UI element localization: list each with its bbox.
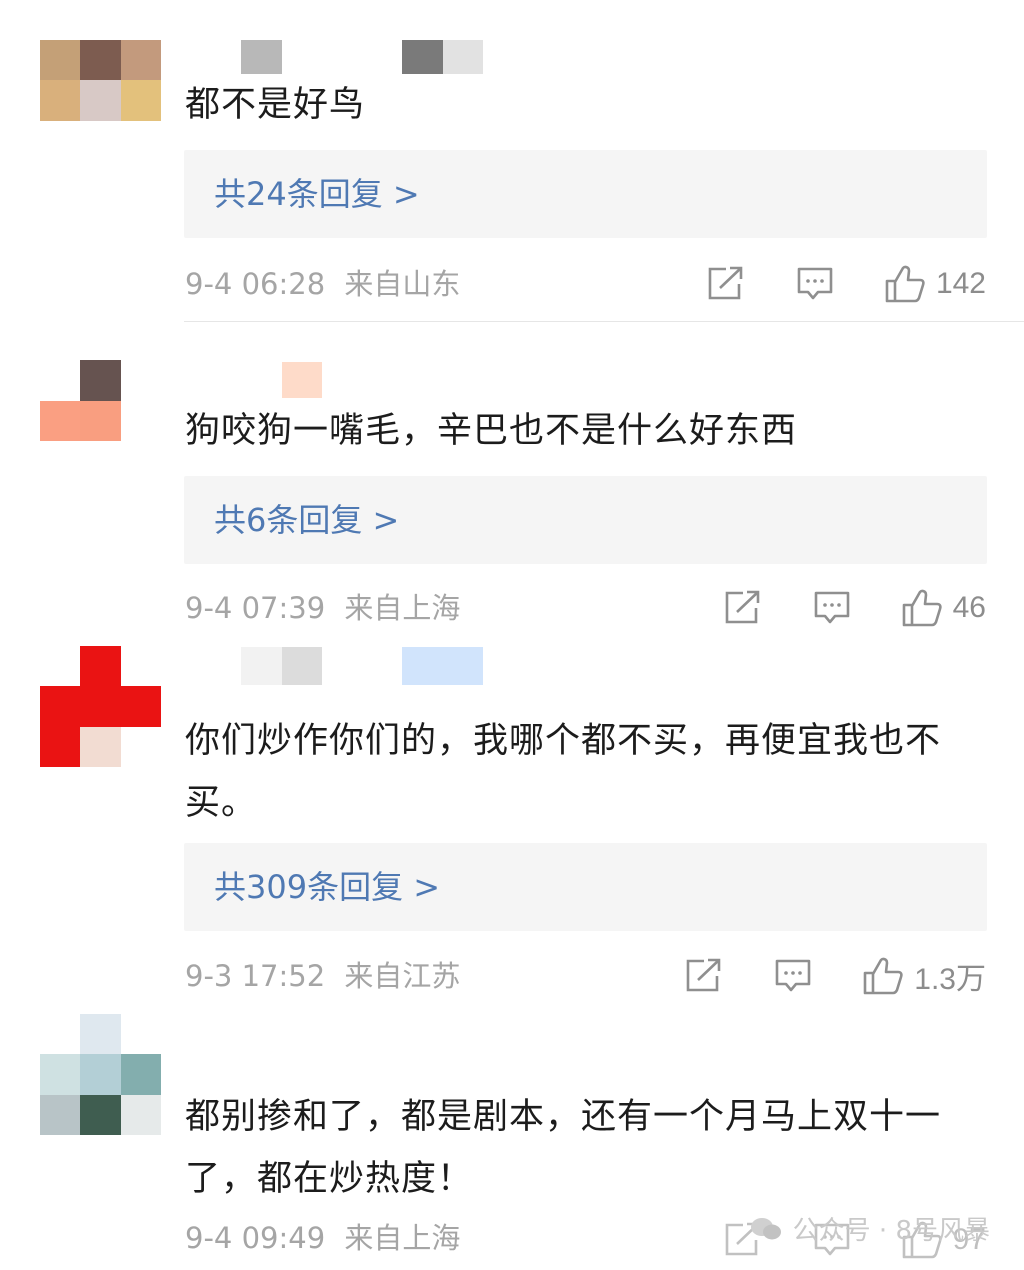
thumbs-up-icon: [863, 957, 903, 995]
comment-button[interactable]: [796, 266, 834, 302]
comment-text: 都别掺和了，都是剧本，还有一个月马上双十一了，都在炒热度！: [185, 1097, 942, 1199]
comment-date: 9-3 17:52: [185, 959, 326, 993]
comment-text: 都不是好鸟: [185, 85, 366, 125]
comment-meta: 9-4 06:28 来自山东: [185, 264, 460, 304]
reply-box[interactable]: 共6条回复 >: [184, 476, 987, 564]
thumbs-up-icon: [885, 265, 925, 303]
comment-item: 都不是好鸟 共24条回复 > 9-4 06:28 来自山东 142: [0, 0, 1024, 322]
comment-actions: 46: [723, 586, 986, 630]
comment-location: 来自上海: [344, 1221, 461, 1255]
avatar[interactable]: [40, 646, 161, 767]
share-icon: [686, 958, 721, 992]
share-button[interactable]: [723, 590, 761, 626]
like-button[interactable]: 142: [884, 264, 986, 304]
comment-actions: 142: [706, 262, 986, 306]
comment-button[interactable]: [813, 590, 851, 626]
comment-actions: 1.3万: [684, 954, 986, 998]
view-replies-link[interactable]: 共6条回复 >: [214, 476, 399, 564]
share-button[interactable]: [684, 958, 722, 994]
comment-location: 来自江苏: [344, 959, 461, 993]
share-button[interactable]: [706, 266, 744, 302]
watermark-text: 公众号 · 8号风暴: [792, 1216, 990, 1246]
share-icon: [725, 590, 759, 624]
share-icon: [708, 266, 743, 300]
thumbs-up-icon: [902, 589, 942, 627]
comment-date: 9-4 06:28: [185, 267, 326, 301]
avatar[interactable]: [40, 360, 161, 441]
comment-button[interactable]: [774, 958, 812, 994]
reply-box[interactable]: 共24条回复 >: [184, 150, 987, 238]
like-count: 1.3万: [914, 963, 986, 996]
reply-box[interactable]: 共309条回复 >: [184, 843, 987, 931]
comment-location: 来自上海: [344, 591, 461, 625]
comment-icon: [775, 959, 811, 992]
comment-meta: 9-3 17:52 来自江苏: [185, 956, 460, 996]
comment-text: 狗咬狗一嘴毛，辛巴也不是什么好东西: [185, 411, 798, 451]
view-replies-link[interactable]: 共309条回复 >: [214, 843, 440, 931]
comment-location: 来自山东: [344, 267, 461, 301]
like-button[interactable]: 46: [901, 588, 986, 628]
comment-meta: 9-4 09:49 来自上海: [185, 1218, 460, 1258]
like-count: 46: [952, 591, 986, 624]
comment-date: 9-4 07:39: [185, 591, 326, 625]
wechat-icon: [750, 1217, 781, 1239]
view-replies-link[interactable]: 共24条回复 >: [214, 150, 420, 238]
comment-meta: 9-4 07:39 来自上海: [185, 588, 460, 628]
comment-text: 你们炒作你们的，我哪个都不买，再便宜我也不买。: [185, 721, 942, 823]
avatar[interactable]: [40, 1014, 161, 1135]
divider: [184, 321, 1024, 322]
like-button[interactable]: 1.3万: [862, 954, 986, 998]
avatar[interactable]: [40, 40, 161, 161]
comment-date: 9-4 09:49: [185, 1221, 326, 1255]
like-count: 142: [935, 267, 986, 300]
comment-icon: [797, 267, 833, 300]
comment-icon: [814, 591, 849, 624]
watermark: 公众号 · 8号风暴: [749, 1210, 990, 1247]
